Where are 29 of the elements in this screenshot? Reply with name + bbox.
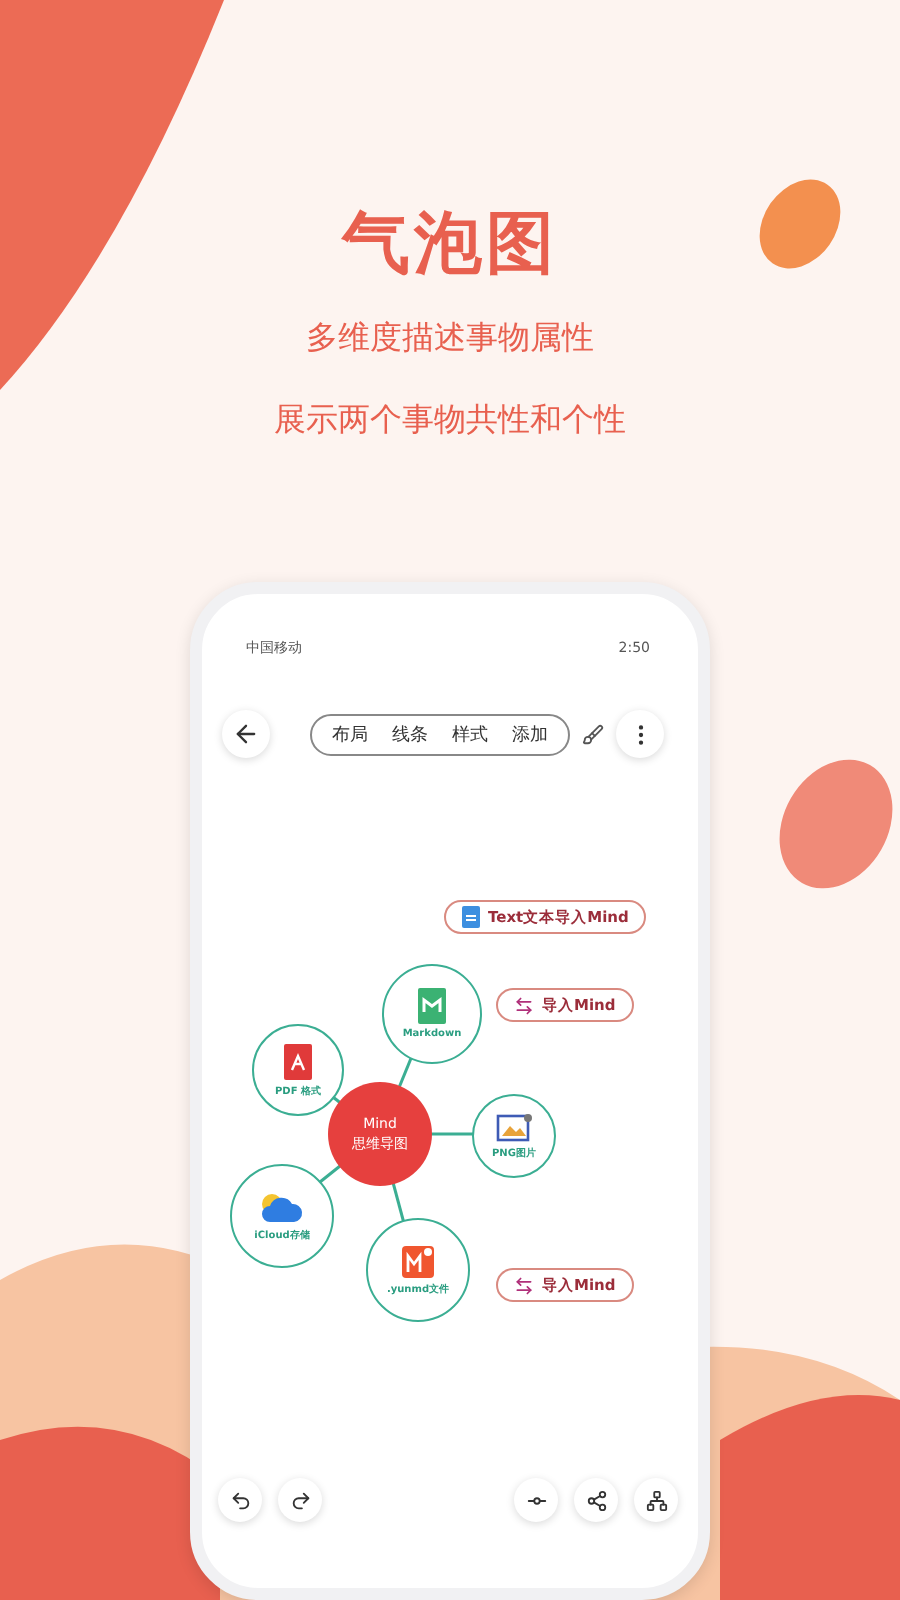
floating-bubble bbox=[779, 759, 893, 889]
branch-icon bbox=[585, 1489, 607, 1511]
undo-icon bbox=[229, 1489, 251, 1511]
text-file-icon bbox=[462, 906, 480, 928]
file-icon bbox=[402, 1245, 434, 1277]
redo-icon bbox=[289, 1489, 311, 1511]
toolbar-tab[interactable]: 添加 bbox=[504, 721, 556, 747]
tree-icon bbox=[645, 1489, 667, 1511]
toolbar-tab[interactable]: 布局 bbox=[324, 721, 376, 747]
back-arrow-icon bbox=[232, 720, 260, 748]
image-icon bbox=[496, 1113, 532, 1141]
toolbar-tab[interactable]: 线条 bbox=[384, 721, 436, 747]
redo-button[interactable] bbox=[278, 1478, 322, 1522]
subtitle: 多维度描述事物属性 bbox=[306, 318, 594, 360]
document-icon bbox=[418, 988, 446, 1024]
undo-button[interactable] bbox=[218, 1478, 262, 1522]
connect-button[interactable] bbox=[514, 1478, 558, 1522]
back-button[interactable] bbox=[222, 710, 270, 758]
swap-icon bbox=[514, 995, 534, 1015]
pdf-file-icon bbox=[284, 1043, 312, 1079]
subtitle: 展示两个事物共性和个性 bbox=[274, 400, 626, 442]
swap-icon bbox=[514, 1275, 534, 1295]
cloud-icon bbox=[260, 1191, 304, 1223]
brush-icon[interactable] bbox=[582, 723, 604, 745]
headline: 气泡图 bbox=[342, 202, 558, 288]
branch-button[interactable] bbox=[574, 1478, 618, 1522]
toolbar-tab[interactable]: 样式 bbox=[444, 721, 496, 747]
tree-button[interactable] bbox=[634, 1478, 678, 1522]
floating-bubble bbox=[759, 179, 841, 269]
